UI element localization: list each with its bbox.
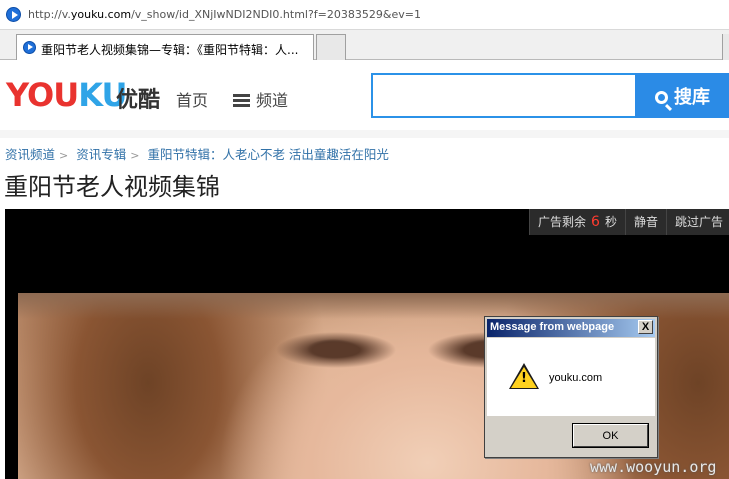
dialog-message: youku.com (549, 372, 603, 384)
ad-countdown: 广告剩余 6 秒 (529, 209, 625, 235)
youku-logo[interactable]: YOUKU (6, 78, 127, 112)
address-bar[interactable]: http://v.youku.com/v_show/id_XNjIwNDI2ND… (0, 0, 729, 30)
nav-home-link[interactable]: 首页 (176, 87, 208, 111)
breadcrumb-item-albums[interactable]: 资讯专辑 (76, 147, 126, 162)
address-domain: youku.com (70, 8, 132, 21)
tab-favicon-icon (23, 41, 36, 54)
close-icon[interactable]: X (638, 320, 653, 334)
breadcrumb: 资讯频道 > 资讯专辑 > 重阳节特辑：人老心不老 活出童趣活在阳光 (5, 144, 389, 163)
breadcrumb-item-news[interactable]: 资讯频道 (5, 147, 55, 162)
warning-icon-mark: ! (521, 371, 527, 386)
tab-active[interactable]: 重阳节老人视频集锦—专辑：《重阳节特辑：人... (16, 34, 314, 60)
search-icon (655, 90, 668, 104)
new-tab-button[interactable] (316, 34, 346, 60)
address-url[interactable]: http://v.youku.com/v_show/id_XNjIwNDI2ND… (28, 8, 421, 21)
breadcrumb-item-special[interactable]: 重阳节特辑：人老心不老 活出童趣活在阳光 (147, 147, 388, 162)
header-divider (0, 130, 729, 138)
dialog-body: ! youku.com (487, 338, 655, 416)
tab-title: 重阳节老人视频集锦—专辑：《重阳节特辑：人... (41, 43, 299, 57)
menu-icon (233, 94, 250, 107)
alert-dialog: Message from webpage X ! youku.com OK (484, 316, 658, 458)
youku-favicon-icon (6, 7, 21, 22)
site-header: YOUKU 优酷 首页 频道 搜库 (0, 62, 729, 130)
watermark: www.wooyun.org (590, 458, 717, 476)
ok-button[interactable]: OK (572, 423, 649, 448)
mute-button[interactable]: 静音 (624, 209, 666, 235)
dialog-titlebar[interactable]: Message from webpage (487, 319, 655, 337)
page-title: 重阳节老人视频集锦 (4, 173, 220, 201)
breadcrumb-separator-icon: > (130, 149, 140, 162)
browser-window: http://v.youku.com/v_show/id_XNjIwNDI2ND… (0, 0, 729, 479)
ad-seconds: 6 (591, 214, 600, 230)
ad-control-bar: 广告剩余 6 秒 静音 跳过广告 (529, 209, 729, 235)
tab-strip-edge (722, 34, 729, 60)
nav-channel-link[interactable]: 频道 (233, 87, 288, 111)
skip-ad-button[interactable]: 跳过广告 (665, 209, 729, 235)
search-input[interactable] (371, 73, 636, 118)
breadcrumb-separator-icon: > (59, 149, 69, 162)
youku-logo-cn[interactable]: 优酷 (116, 82, 160, 114)
tab-strip: 重阳节老人视频集锦—专辑：《重阳节特辑：人... (0, 30, 729, 60)
dialog-title: Message from webpage (490, 321, 615, 333)
search-button[interactable]: 搜库 (635, 73, 729, 118)
